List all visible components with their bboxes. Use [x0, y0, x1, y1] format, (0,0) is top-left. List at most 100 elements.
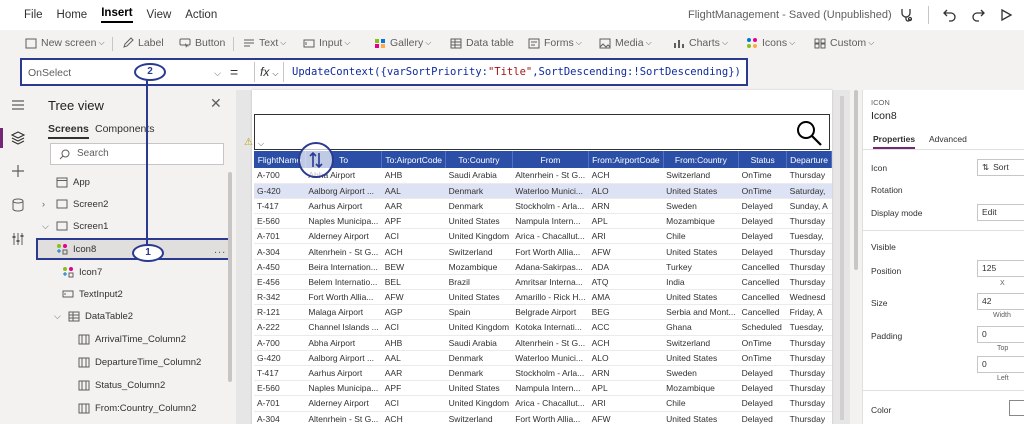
padding-top-input[interactable]: 0 [977, 326, 1024, 343]
column-header[interactable]: From [512, 151, 590, 168]
menu-insert[interactable]: Insert [101, 7, 133, 23]
chevron-down-icon[interactable]: ⌵ [42, 221, 52, 232]
text-input-search[interactable]: ⌵ [254, 114, 830, 150]
table-row[interactable]: A-450 Beira Internation... BEW Mozambique Ad… [254, 259, 832, 275]
tab-advanced[interactable]: Advanced [929, 134, 967, 144]
icon-select[interactable]: ⇅ Sort [977, 159, 1024, 176]
text-dropdown[interactable]: Text ⌵ [242, 35, 286, 51]
table-cell: Cancelled [738, 274, 787, 291]
data-table-button[interactable]: Data table [449, 35, 514, 51]
fx-button[interactable]: fx ⌵ [254, 62, 284, 82]
column-header[interactable]: From:AirportCode [588, 151, 664, 168]
table-row[interactable]: R-121 Malaga Airport AGP Spain Belgrade Airp… [254, 304, 832, 321]
scroll-thumb[interactable] [854, 90, 858, 270]
tree-node-status-column[interactable]: Status_Column2 [78, 374, 228, 396]
redo-icon[interactable] [968, 5, 988, 25]
table-row[interactable]: A-304 Altenrhein - St G... ACH Switzerland F… [254, 243, 832, 260]
column-header[interactable]: To:AirportCode [381, 151, 447, 168]
icons-label: Icons [762, 37, 788, 49]
app-icon [56, 177, 68, 188]
tree-node-datatable2[interactable]: ⌵ DataTable2 [54, 305, 222, 327]
chevron-down-icon[interactable]: ⌵ [54, 311, 64, 322]
column-header[interactable]: Departure [786, 151, 832, 168]
property-selector[interactable]: OnSelect ⌵ [28, 64, 221, 82]
tree-node-app[interactable]: App [42, 171, 222, 193]
sort-icon[interactable] [298, 142, 334, 178]
column-header[interactable]: From:Country [663, 151, 740, 168]
tree-view-layers-icon[interactable] [9, 129, 27, 147]
icons-dropdown[interactable]: Icons ⌵ [745, 35, 795, 51]
table-row[interactable]: T-417 Aarhus Airport AAR Denmark Stockholm -… [254, 365, 832, 382]
tree-node-icon7[interactable]: Icon7 [62, 261, 222, 283]
tree-search-input[interactable]: Search [50, 143, 224, 165]
display-mode-value: Edit [982, 207, 997, 217]
column-header[interactable]: To:Country [445, 151, 513, 168]
canvas-scrollbar[interactable] [840, 96, 844, 420]
tree-node-departuretime-column[interactable]: DepartureTime_Column2 [78, 351, 228, 373]
data-cylinder-icon[interactable] [9, 196, 27, 214]
table-row[interactable]: R-342 Fort Worth Allia... AFW United States… [254, 289, 832, 306]
gallery-dropdown[interactable]: Gallery ⌵ [373, 35, 431, 51]
menu-home[interactable]: Home [57, 9, 88, 21]
table-row[interactable]: A-701 Alderney Airport ACI United Kingdom Ar… [254, 395, 832, 412]
table-cell: Delayed [738, 228, 787, 245]
custom-dropdown[interactable]: Custom ⌵ [813, 35, 874, 51]
tree-node-screen1[interactable]: ⌵ Screen1 [42, 215, 222, 237]
size-width-input[interactable]: 42 [977, 293, 1024, 310]
new-screen-button[interactable]: New screen ⌵ [24, 35, 105, 51]
formula-input[interactable]: UpdateContext({varSortPriority:"Title",S… [292, 66, 741, 78]
table-row[interactable]: G-420 Aalborg Airport ... AAL Denmark Waterl… [254, 183, 832, 199]
table-row[interactable]: E-456 Belem Internatio... BEL Brazil Amritsa… [254, 274, 832, 291]
table-row[interactable]: A-700 Abha Airport AHB Saudi Arabia Altenrhe… [254, 335, 832, 351]
tree-node-arrivaltime-column[interactable]: ArrivalTime_Column2 [78, 328, 228, 350]
table-row[interactable]: E-560 Naples Municipa... APF United States N… [254, 213, 832, 230]
menu-file[interactable]: File [24, 9, 43, 21]
insert-plus-icon[interactable] [9, 162, 27, 180]
forms-dropdown[interactable]: Forms ⌵ [527, 35, 582, 51]
preview-play-icon[interactable] [996, 5, 1016, 25]
position-x-value: 125 [982, 263, 997, 273]
table-cell: Thursday [786, 243, 832, 260]
more-options-icon[interactable]: ... [214, 244, 226, 256]
control-name[interactable]: Icon8 [871, 110, 897, 122]
display-mode-select[interactable]: Edit [977, 204, 1024, 221]
warning-icon[interactable]: ⚠ [244, 137, 253, 148]
padding-left-input[interactable]: 0 [977, 356, 1024, 373]
search-icon[interactable] [795, 119, 823, 152]
table-row[interactable]: A-701 Alderney Airport ACI United Kingdom Ar… [254, 228, 832, 245]
color-picker[interactable] [1009, 400, 1024, 416]
media-dropdown[interactable]: Media ⌵ [598, 35, 652, 51]
tree-node-textinput2[interactable]: TextInput2 [62, 283, 222, 305]
advanced-tools-icon[interactable] [9, 230, 27, 248]
data-table[interactable]: FlightName To To:AirportCode To:Country From… [254, 151, 832, 424]
chevron-right-icon[interactable]: › [42, 199, 52, 209]
button-button[interactable]: Button [178, 35, 225, 51]
table-row[interactable]: G-420 Aalborg Airport ... AAL Denmark Waterl… [254, 350, 832, 366]
properties-scrollbar[interactable] [850, 90, 862, 424]
app-checker-icon[interactable] [896, 5, 916, 25]
table-row[interactable]: A-304 Altenrhein - St G... ACH Switzerland F… [254, 411, 832, 424]
table-row[interactable]: A-700 Abha Airport AHB Saudi Arabia Altenrhe… [254, 168, 832, 184]
tree-scrollbar[interactable] [228, 172, 232, 382]
close-icon[interactable]: ✕ [210, 95, 222, 112]
tree-node-fromcountry-column[interactable]: From:Country_Column2 [78, 397, 228, 419]
position-x-input[interactable]: 125 [977, 260, 1024, 277]
tab-properties[interactable]: Properties [873, 134, 916, 149]
table-row[interactable]: A-222 Channel Islands ... ACI United Kingdo… [254, 319, 832, 336]
tab-screens[interactable]: Screens [48, 123, 89, 139]
table-row[interactable]: T-417 Aarhus Airport AAR Denmark Stockholm -… [254, 198, 832, 215]
undo-icon[interactable] [940, 5, 960, 25]
menu-action[interactable]: Action [185, 9, 217, 21]
table-row[interactable]: E-560 Naples Municipa... APF United States N… [254, 380, 832, 397]
tree-node-screen2[interactable]: › Screen2 [42, 193, 222, 215]
screen-canvas[interactable]: ⌵ ⚠ FlightName To To:AirportCode To:Country… [244, 90, 832, 424]
column-header[interactable]: Status [738, 151, 788, 168]
menu-view[interactable]: View [147, 9, 172, 21]
top-label: Top [997, 345, 1009, 352]
hamburger-menu-icon[interactable] [9, 96, 27, 114]
label-button[interactable]: Label [121, 35, 164, 51]
table-cell: Delayed [738, 198, 787, 215]
table-cell: Alderney Airport [305, 228, 382, 245]
charts-dropdown[interactable]: Charts ⌵ [672, 35, 728, 51]
input-dropdown[interactable]: Input ⌵ [302, 35, 350, 51]
